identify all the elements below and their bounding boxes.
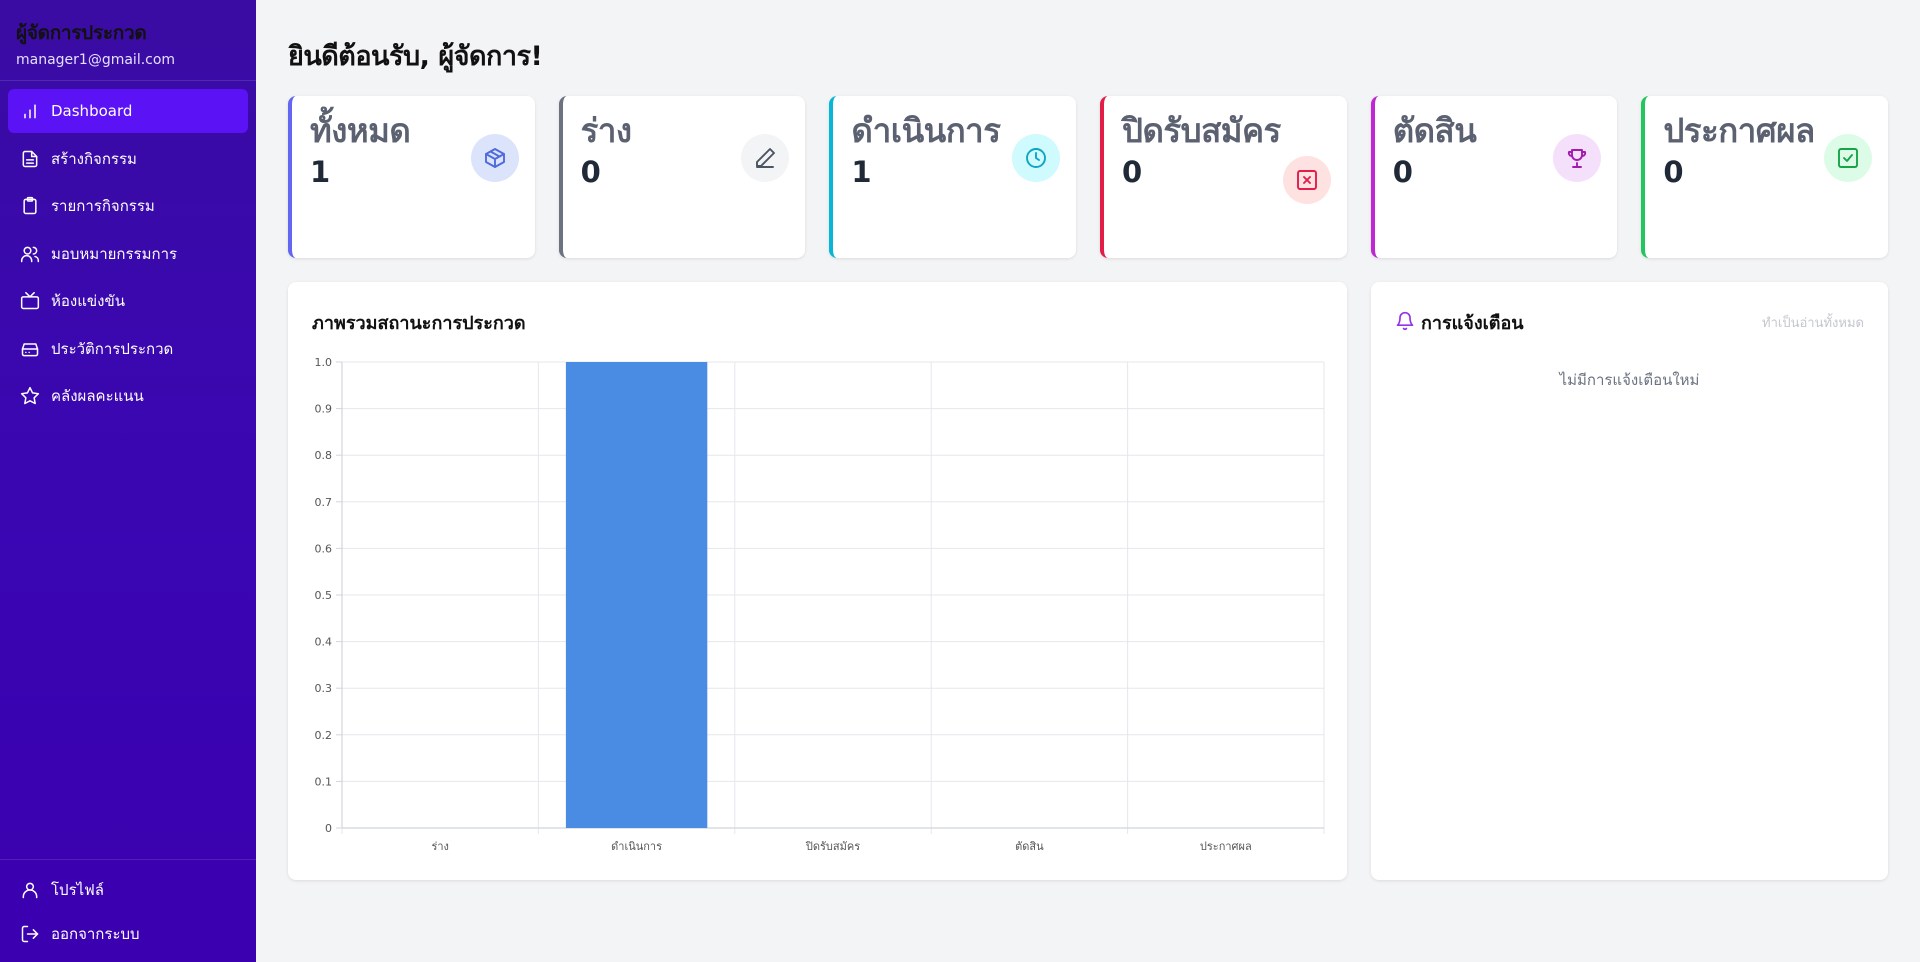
status-card-label: ดำเนินการ (851, 111, 1001, 150)
sidebar-item-label: Dashboard (51, 102, 133, 120)
x-tick-label: ตัดสิน (1015, 840, 1044, 853)
page-title: ยินดีต้อนรับ, ผู้จัดการ! (288, 41, 543, 72)
sidebar-item-label: คลังผลคะแนน (51, 387, 144, 405)
sidebar-header: ผู้จัดการประกวด manager1@gmail.com (0, 0, 256, 81)
sidebar-item-label: ห้องแข่งขัน (51, 292, 125, 310)
notifications-title: การแจ้งเตือน (1421, 313, 1524, 334)
tv-icon (20, 291, 40, 311)
status-card: ปิดรับสมัคร 0 (1100, 96, 1347, 258)
y-tick-label: 1.0 (315, 356, 333, 369)
sidebar-item-logout[interactable]: ออกจากระบบ (8, 912, 248, 956)
clock-icon (1012, 134, 1061, 182)
users-icon (20, 244, 40, 264)
sidebar-item-label: สร้างกิจกรรม (51, 149, 137, 168)
pencil-icon (741, 134, 790, 182)
user-role: ผู้จัดการประกวด (16, 22, 147, 44)
logout-icon (20, 924, 40, 944)
status-card-label: ปิดรับสมัคร (1122, 111, 1281, 150)
notifications-empty-message: ไม่มีการแจ้งเตือนใหม่ (1559, 371, 1700, 389)
star-icon (20, 386, 40, 406)
sidebar-bottom-nav: โปรไฟล์ออกจากระบบ (0, 859, 256, 962)
check-square-icon (1824, 134, 1873, 182)
notifications-panel: การแจ้งเตือน ทำเป็นอ่านทั้งหมด ไม่มีการแ… (1371, 282, 1888, 880)
bell-icon (1395, 311, 1421, 335)
user-email: manager1@gmail.com (16, 52, 176, 68)
status-card: ตัดสิน 0 (1370, 96, 1618, 258)
status-card: ดำเนินการ 1 (829, 96, 1077, 258)
mark-all-read-link[interactable]: ทำเป็นอ่านทั้งหมด (1762, 312, 1864, 333)
document-icon (20, 149, 40, 169)
sidebar-item-clipboard[interactable]: รายการกิจกรรม (8, 184, 248, 228)
y-tick-label: 0.3 (315, 682, 333, 695)
status-cards: ทั้งหมด 1 ร่าง 0 ดำเนินการ 1 ปิดรับสมัคร 0 ตัดสิ… (288, 96, 1889, 258)
y-tick-label: 0.6 (315, 542, 333, 555)
status-bar-chart: 0 0.1 0.2 0.3 0.4 0.5 0.6 0.7 0.8 0.9 1.0 ร่าง ดำเนิ… (315, 356, 1325, 853)
status-card-label: ประกาศผล (1663, 111, 1815, 150)
y-tick-label: 0.2 (315, 729, 333, 742)
x-tick-label: ร่าง (431, 840, 448, 853)
sidebar-item-bar-chart[interactable]: Dashboard (8, 89, 248, 133)
sidebar-item-label: ออกจากระบบ (51, 925, 140, 943)
sidebar-item-archive[interactable]: ประวัติการประกวด (8, 327, 248, 371)
sidebar-item-label: มอบหมายกรรมการ (51, 244, 178, 263)
y-tick-label: 0.1 (315, 775, 333, 788)
y-tick-label: 0.7 (315, 496, 333, 509)
y-tick-label: 0.4 (315, 636, 333, 649)
notifications-header: การแจ้งเตือน (1395, 308, 1524, 337)
x-tick-label: ประกาศผล (1200, 840, 1252, 853)
sidebar-item-users[interactable]: มอบหมายกรรมการ (8, 232, 248, 276)
main-content: ยินดีต้อนรับ, ผู้จัดการ! ทั้งหมด 1 ร่าง 0 ดำ… (256, 0, 1920, 962)
y-tick-label: 0.9 (315, 403, 333, 416)
status-card: ทั้งหมด 1 (288, 96, 535, 258)
sidebar: ผู้จัดการประกวด manager1@gmail.com Dashb… (0, 0, 256, 962)
box-icon (470, 134, 519, 182)
x-square-icon (1282, 156, 1331, 204)
clipboard-icon (20, 196, 40, 216)
sidebar-item-label: โปรไฟล์ (51, 881, 104, 899)
user-icon (20, 880, 40, 900)
sidebar-item-star[interactable]: คลังผลคะแนน (8, 374, 248, 418)
x-tick-label: ดำเนินการ (611, 840, 662, 853)
bar-chart-icon (20, 101, 40, 121)
y-tick-label: 0 (325, 822, 332, 835)
y-tick-label: 0.5 (315, 589, 333, 602)
sidebar-item-tv[interactable]: ห้องแข่งขัน (8, 279, 248, 323)
chart-title: ภาพรวมสถานะการประกวด (312, 313, 526, 334)
sidebar-item-label: รายการกิจกรรม (51, 197, 155, 215)
chart-panel: 0 0.1 0.2 0.3 0.4 0.5 0.6 0.7 0.8 0.9 1.0 ร่าง ดำเนิ… (288, 282, 1347, 880)
archive-icon (20, 339, 40, 359)
y-tick-label: 0.8 (315, 449, 333, 462)
status-card-label: ตัดสิน (1392, 111, 1477, 150)
status-card: ร่าง 0 (558, 96, 806, 258)
status-card: ประกาศผล 0 (1641, 96, 1889, 258)
sidebar-item-label: ประวัติการประกวด (51, 339, 174, 358)
x-tick-label: ปิดรับสมัคร (805, 840, 860, 853)
bar[interactable] (565, 362, 708, 828)
sidebar-nav: Dashboard สร้างกิจกรรมรายการกิจกรรมมอบหมา… (0, 81, 256, 430)
status-card-label: ทั้งหมด (310, 111, 411, 150)
sidebar-item-user[interactable]: โปรไฟล์ (8, 868, 248, 912)
sidebar-item-document[interactable]: สร้างกิจกรรม (8, 137, 248, 181)
status-card-label: ร่าง (580, 111, 632, 150)
